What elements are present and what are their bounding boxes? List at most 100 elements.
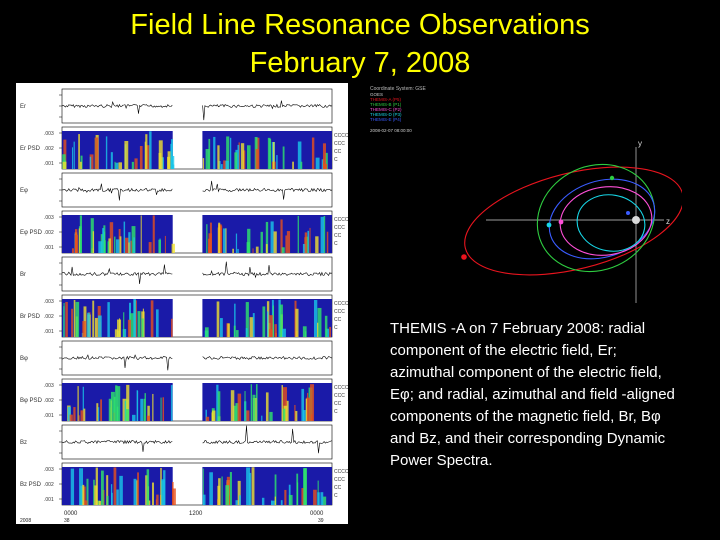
panel-ytick-label-3-0: .003 (44, 215, 54, 221)
spec-blob-3-1-22 (237, 248, 239, 253)
panel-ytick-label-9-1: .002 (44, 482, 54, 488)
spec-blob-5-0-25 (92, 300, 95, 337)
spec-blob-9-1-21 (313, 489, 317, 505)
spec-colorbar-label-1-3: C (334, 157, 338, 163)
spec-blob-3-1-31 (223, 228, 226, 253)
spec-blob-7-0-32 (146, 415, 151, 421)
spec-colorbar-label-9-3: C (334, 493, 338, 499)
spec-blob-1-1-37 (220, 164, 223, 169)
spec-blob-1-1-16 (292, 161, 294, 169)
spec-blob-1-1-21 (240, 143, 245, 169)
figure-caption: THEMIS -A on 7 February 2008: radial com… (390, 320, 675, 469)
spec-blob-7-1-27 (282, 408, 286, 421)
spec-blob-3-1-20 (273, 231, 277, 253)
spec-blob-1-1-30 (225, 160, 229, 169)
spec-blob-3-1-5 (252, 248, 254, 253)
spec-blob-9-1-10 (317, 492, 320, 505)
spec-blob-3-1-37 (304, 232, 308, 253)
spec-blob-1-1-34 (208, 138, 211, 169)
spec-colorbar-label-1-0: CCCC (334, 133, 348, 139)
spec-blob-9-0-32 (156, 494, 159, 505)
spec-blob-7-0-9 (162, 397, 165, 421)
spec-blob-3-1-36 (247, 228, 251, 253)
spec-blob-1-0-24 (89, 156, 92, 169)
spec-blob-3-0-37 (78, 228, 80, 253)
spec-colorbar-label-3-3: C (334, 241, 338, 247)
spec-colorbar-label-1-2: CC (334, 149, 342, 155)
spec-blob-3-1-7 (265, 244, 268, 253)
spec-blob-1-1-1 (229, 137, 232, 169)
stackplot-figure: Er Er PSD .003.002.001 CCCC CCC CC C Eφ Eφ PSD .0… (16, 83, 349, 524)
orbit-figure: Coordinate System: GSE GOES THEMIS-A (P5… (366, 83, 684, 308)
spec-blob-7-1-26 (295, 410, 298, 421)
spec-blob-3-1-33 (235, 233, 238, 253)
spec-blob-7-1-15 (237, 393, 242, 421)
doy-end-label: 39 (318, 518, 324, 524)
spec-blob-5-1-28 (304, 331, 307, 337)
spec-blob-7-1-37 (265, 392, 269, 421)
spec-colorbar-label-7-2: CC (334, 401, 342, 407)
spec-blob-3-1-34 (309, 227, 311, 253)
spec-colorbar-label-5-3: C (334, 325, 338, 331)
spec-blob-5-1-3 (219, 318, 223, 337)
spec-blob-1-0-0 (131, 161, 134, 169)
spec-colorbar-label-9-2: CC (334, 485, 342, 491)
spec-blob-5-1-25 (262, 306, 266, 337)
spec-blob-9-1-34 (280, 500, 283, 505)
panel-label-9: Bz PSD (20, 482, 42, 488)
spec-blob-1-1-28 (255, 149, 259, 169)
spec-blob-7-0-30 (69, 414, 73, 421)
spec-blob-1-0-28 (118, 162, 123, 169)
spec-colorbar-label-3-0: CCCC (334, 217, 348, 223)
spec-blob-5-1-18 (233, 325, 236, 337)
spec-colorbar-label-3-2: CC (334, 233, 342, 239)
panel-label-1: Er PSD (20, 146, 41, 152)
spec-blob-9-0-4 (106, 495, 109, 505)
spec-colorbar-label-5-2: CC (334, 317, 342, 323)
spec-blob-7-1-12 (261, 415, 263, 421)
spec-blob-7-0-2 (73, 407, 76, 421)
spec-blob-7-0-22 (96, 403, 99, 421)
spec-blob-3-1-26 (208, 238, 211, 253)
orbit-green (536, 163, 656, 273)
spec-blob-9-0-16 (116, 489, 119, 505)
spec-blob-7-1-34 (281, 385, 284, 421)
panel-ytick-label-1-1: .002 (44, 146, 54, 152)
spec-colorbar-label-5-1: CCC (334, 309, 345, 315)
spec-blob-7-0-13 (140, 398, 144, 421)
spec-blob-1-1-20 (276, 155, 278, 169)
spec-blob-3-0-23 (92, 231, 95, 253)
spec-blob-9-1-32 (209, 472, 213, 505)
spec-blob-9-1-29 (202, 494, 206, 505)
spec-blob-7-0-3 (152, 393, 154, 421)
stackplot-svg: ErEr PSD.003.002.001CCCCCCCCCCEφEφ PSD.0… (20, 88, 349, 524)
spec-blob-9-1-23 (261, 497, 265, 505)
spec-blob-9-0-28 (146, 469, 150, 505)
spec-blob-7-1-6 (250, 384, 253, 421)
doy-start-label: 38 (64, 518, 70, 524)
spec-blob-9-1-36 (217, 485, 221, 505)
spec-blob-1-0-9 (114, 161, 116, 169)
spec-blob-7-1-36 (211, 410, 216, 421)
panel-ytick-label-3-2: .001 (44, 245, 54, 251)
spec-blob-3-0-21 (148, 242, 152, 253)
spec-blob-3-0-19 (123, 221, 126, 253)
spec-blob-7-0-34 (78, 415, 80, 421)
spec-blob-5-0-23 (171, 318, 173, 337)
spec-blob-7-1-24 (310, 414, 313, 421)
spec-blob-9-0-35 (111, 492, 113, 505)
time-start-label: 0000 (64, 511, 78, 517)
panel-label-3: Eφ PSD (20, 230, 43, 236)
themis-d-marker (609, 175, 615, 181)
spec-blob-3-0-33 (128, 242, 130, 253)
time-mid-label: 1200 (189, 511, 203, 517)
spec-blob-9-0-23 (82, 484, 85, 505)
spec-blob-1-0-20 (94, 137, 99, 169)
spec-blob-3-1-9 (232, 248, 234, 253)
spec-blob-1-1-23 (267, 137, 271, 169)
spec-blob-7-0-37 (125, 409, 130, 421)
spec-blob-7-1-16 (230, 390, 235, 421)
spec-blob-3-1-17 (255, 246, 259, 253)
panel-ytick-label-5-1: .002 (44, 314, 54, 320)
spec-blob-3-0-5 (71, 248, 74, 253)
